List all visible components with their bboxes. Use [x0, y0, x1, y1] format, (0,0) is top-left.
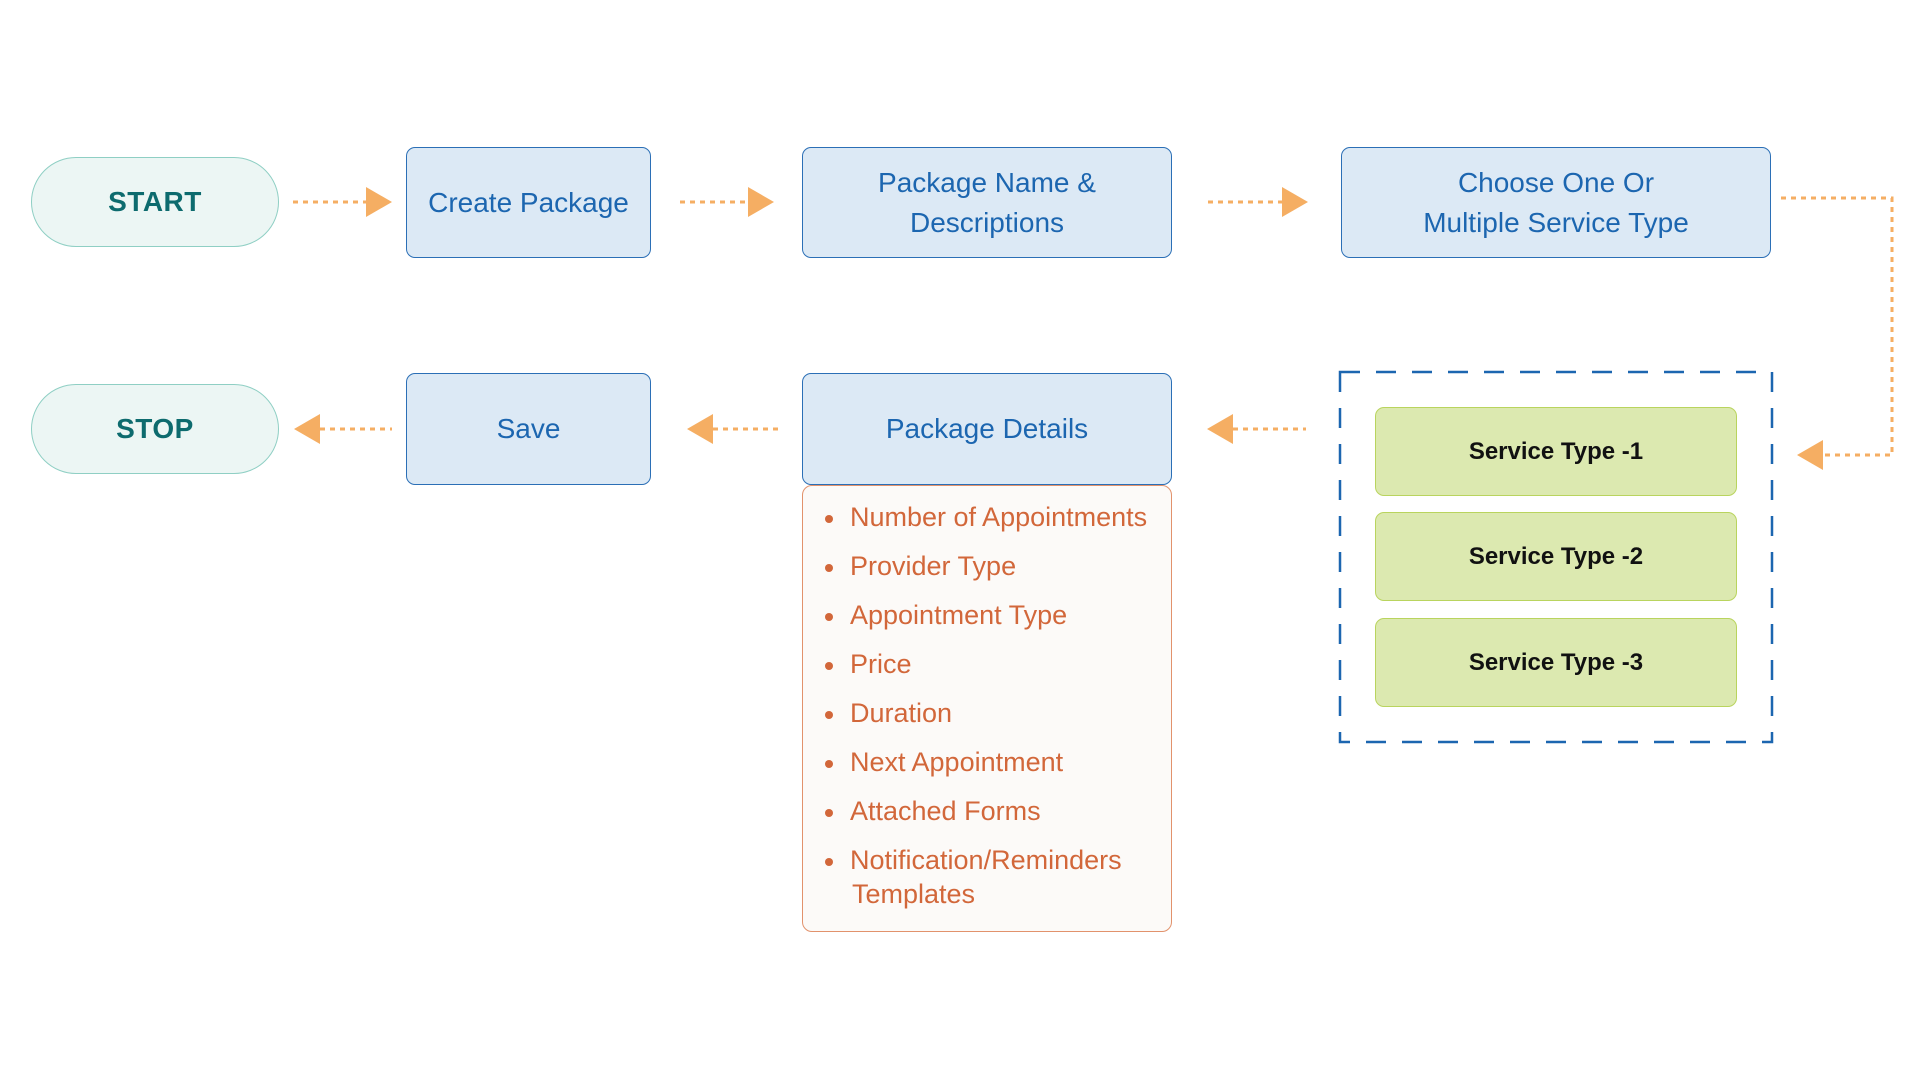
service-type-3-label: Service Type -3	[1468, 648, 1644, 676]
package-name-node[interactable]: Package Name & Descriptions	[802, 147, 1172, 258]
bullet-icon	[825, 711, 833, 719]
stop-node[interactable]: STOP	[31, 384, 279, 474]
save-label: Save	[496, 413, 561, 444]
arrowhead-right-icon	[1282, 187, 1308, 217]
choose-service-label-line1: Choose One Or	[1457, 166, 1655, 198]
stop-label: STOP	[116, 413, 194, 444]
service-type-3[interactable]: Service Type -3	[1375, 618, 1737, 707]
bullet-icon	[825, 760, 833, 768]
service-type-1[interactable]: Service Type -1	[1375, 407, 1737, 496]
bullet-icon	[825, 564, 833, 572]
detail-item: Appointment Type	[803, 598, 1171, 632]
create-package-label: Create Package	[428, 186, 629, 218]
detail-item: Provider Type	[803, 549, 1171, 583]
detail-item: Duration	[803, 696, 1171, 730]
package-details-list: Number of Appointments Provider Type App…	[802, 485, 1172, 932]
arrowhead-right-icon	[366, 187, 392, 217]
choose-service-label-line2: Multiple Service Type	[1423, 206, 1689, 238]
save-node[interactable]: Save	[406, 373, 651, 485]
detail-item: Next Appointment	[803, 745, 1171, 779]
detail-item: Number of Appointments	[803, 500, 1171, 534]
bullet-icon	[825, 809, 833, 817]
connector-choose-to-services	[1781, 196, 1894, 457]
service-type-2-label: Service Type -2	[1468, 542, 1644, 570]
start-node[interactable]: START	[31, 157, 279, 247]
package-name-label-line2: Descriptions	[909, 206, 1065, 238]
package-details-label: Package Details	[885, 413, 1089, 444]
start-label: START	[108, 186, 202, 217]
choose-service-type-node[interactable]: Choose One Or Multiple Service Type	[1341, 147, 1771, 258]
arrowhead-left-icon	[294, 414, 320, 444]
service-type-2[interactable]: Service Type -2	[1375, 512, 1737, 601]
arrowhead-left-icon	[687, 414, 713, 444]
detail-item: Attached Forms	[803, 794, 1171, 828]
bullet-icon	[825, 662, 833, 670]
arrowhead-left-icon	[1207, 414, 1233, 444]
service-type-1-label: Service Type -1	[1468, 437, 1644, 465]
package-details-node[interactable]: Package Details	[802, 373, 1172, 485]
detail-item: Notification/Reminders Templates	[803, 843, 1171, 911]
detail-item: Price	[803, 647, 1171, 681]
create-package-node[interactable]: Create Package	[406, 147, 651, 258]
bullet-icon	[825, 613, 833, 621]
package-name-label-line1: Package Name &	[878, 166, 1096, 198]
arrowhead-left-icon	[1797, 440, 1823, 470]
arrowhead-right-icon	[748, 187, 774, 217]
bullet-icon	[825, 858, 833, 866]
bullet-icon	[825, 515, 833, 523]
